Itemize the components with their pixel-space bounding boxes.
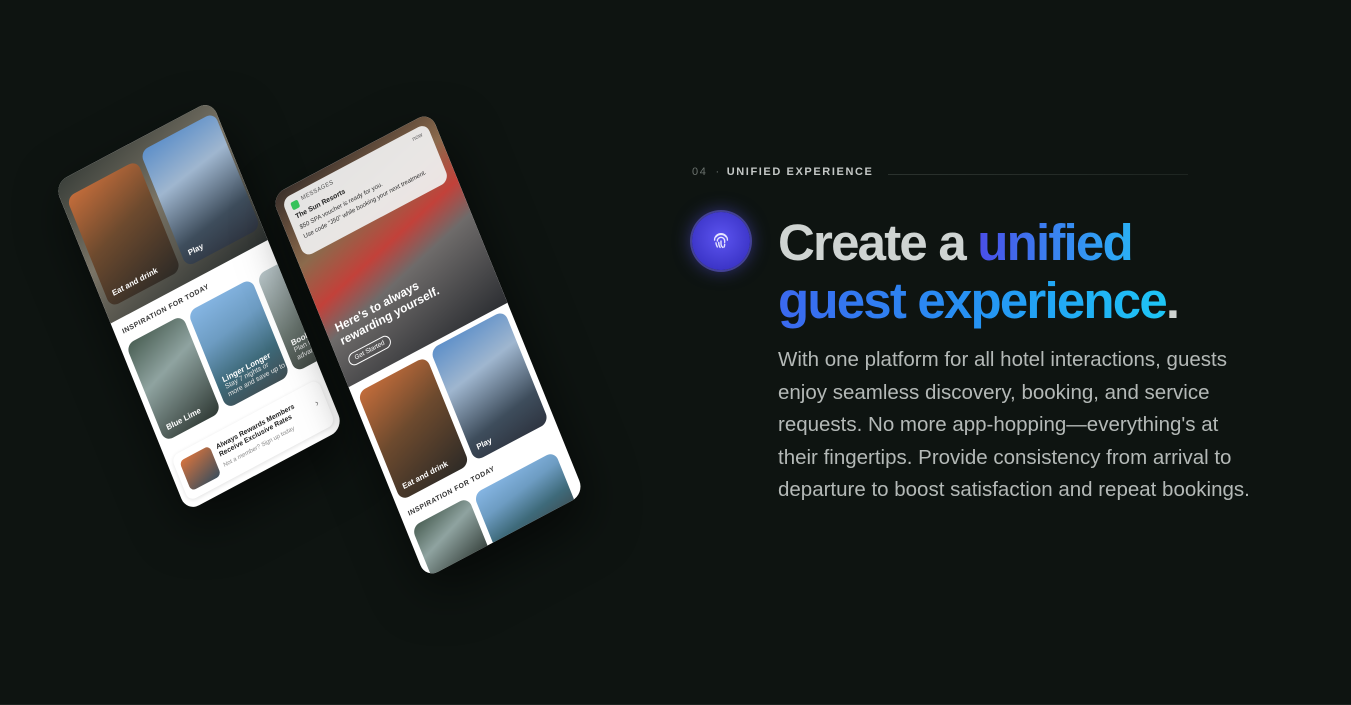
chevron-right-icon: › (313, 397, 321, 410)
headline-period: . (1165, 272, 1180, 329)
feature-section: Eat and drink Play INSPIRATION FOR TODAY… (0, 0, 1351, 705)
phone-mockup-left: Eat and drink Play INSPIRATION FOR TODAY… (54, 100, 344, 512)
rewards-title: Always Rewards Members Receive Exclusive… (215, 403, 296, 459)
section-number: 04 (692, 166, 708, 178)
fingerprint-icon (713, 232, 729, 249)
section-label: UNIFIED EXPERIENCE (726, 166, 874, 178)
headline-plain: Create a (778, 214, 978, 271)
section-description: With one platform for all hotel interact… (778, 348, 1250, 502)
headline-highlight-1: unified (977, 214, 1133, 271)
inspiration-card[interactable] (473, 451, 578, 551)
messages-app-icon (290, 199, 301, 211)
card-label: Play (475, 435, 494, 452)
eyebrow-divider (888, 174, 1188, 175)
notification-time: now (411, 132, 424, 143)
card-label: Play (186, 241, 205, 258)
headline-highlight-2: guest experience (778, 272, 1168, 329)
section-separator: · (715, 166, 721, 178)
card-label: Blue Lime (165, 405, 203, 433)
section-headline: Create a unified guest experience. (778, 214, 1180, 330)
feature-badge (692, 212, 750, 270)
rewards-thumbnail (179, 445, 222, 492)
section-eyebrow: 04 · UNIFIED EXPERIENCE (692, 166, 873, 178)
phone-mockup-right: MESSAGES now The Sun Resorts $50 SPA vou… (271, 111, 585, 579)
card-label: Eat and drink (401, 458, 450, 492)
card-text: Linger Longer Stay 7 nights or more and … (221, 345, 288, 399)
